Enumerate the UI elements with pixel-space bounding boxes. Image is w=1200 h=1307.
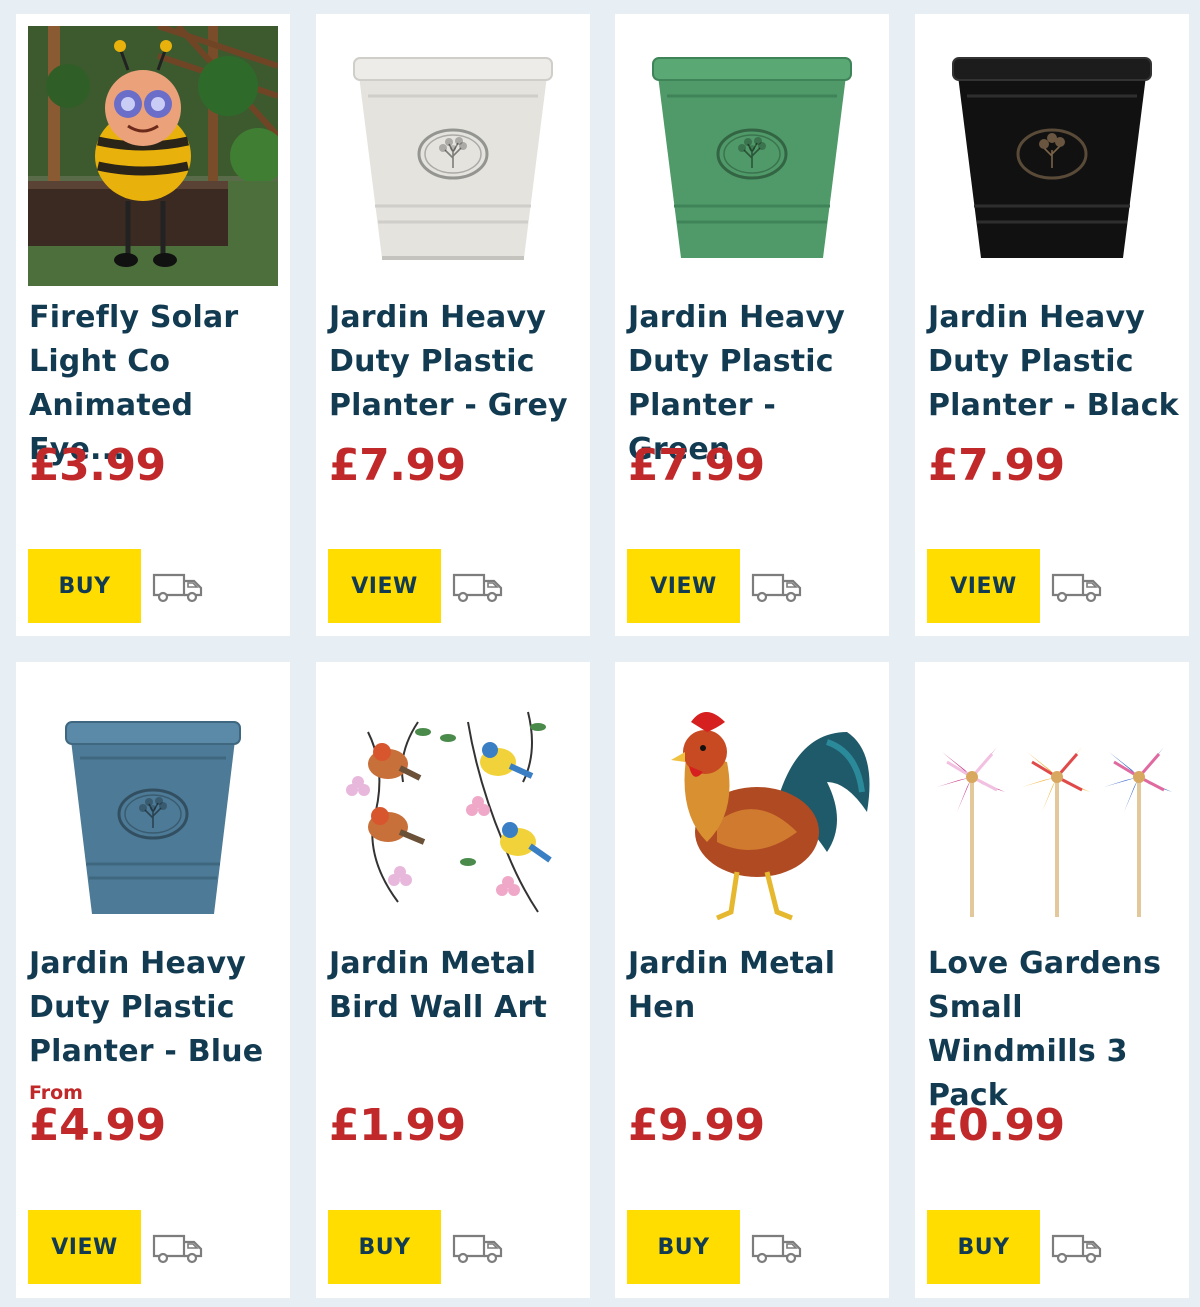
- product-card[interactable]: Jardin Heavy Duty Plastic Planter - Grey…: [316, 14, 590, 636]
- delivery-van-icon: [452, 573, 503, 603]
- bird-wall-art-icon[interactable]: [328, 692, 578, 932]
- planter-icon[interactable]: [328, 26, 578, 286]
- product-card[interactable]: Firefly Solar Light Co Animated Eye... £…: [16, 14, 290, 636]
- bee-solar-light-icon[interactable]: [28, 26, 278, 286]
- delivery-van-icon: [1051, 1234, 1102, 1264]
- product-card[interactable]: Love Gardens Small Windmills 3 Pack £0.9…: [915, 662, 1189, 1298]
- product-title[interactable]: Jardin Heavy Duty Plastic Planter - Blue: [29, 942, 281, 1074]
- metal-hen-icon[interactable]: [627, 692, 877, 932]
- planter-icon[interactable]: [28, 692, 278, 932]
- product-title[interactable]: Jardin Metal Hen: [628, 942, 880, 1030]
- product-price: £3.99: [29, 440, 166, 491]
- product-price: £7.99: [628, 440, 765, 491]
- product-price: £1.99: [329, 1100, 466, 1151]
- delivery-van-icon: [452, 1234, 503, 1264]
- product-card[interactable]: Jardin Heavy Duty Plastic Planter - Blac…: [915, 14, 1189, 636]
- product-price: £4.99: [29, 1100, 166, 1151]
- product-card[interactable]: Jardin Heavy Duty Plastic Planter - Blue…: [16, 662, 290, 1298]
- product-card[interactable]: Jardin Metal Hen £9.99 BUY: [615, 662, 889, 1298]
- delivery-van-icon: [152, 1234, 203, 1264]
- product-title[interactable]: Jardin Heavy Duty Plastic Planter - Grey: [329, 296, 581, 428]
- product-price: £0.99: [928, 1100, 1065, 1151]
- view-button[interactable]: VIEW: [927, 549, 1040, 623]
- windmills-icon[interactable]: [927, 692, 1177, 932]
- delivery-van-icon: [152, 573, 203, 603]
- buy-button[interactable]: BUY: [927, 1210, 1040, 1284]
- buy-button[interactable]: BUY: [627, 1210, 740, 1284]
- delivery-van-icon: [751, 1234, 802, 1264]
- product-grid: Firefly Solar Light Co Animated Eye... £…: [0, 0, 1200, 1307]
- planter-icon[interactable]: [627, 26, 877, 286]
- view-button[interactable]: VIEW: [627, 549, 740, 623]
- buy-button[interactable]: BUY: [28, 549, 141, 623]
- buy-button[interactable]: BUY: [328, 1210, 441, 1284]
- view-button[interactable]: VIEW: [328, 549, 441, 623]
- planter-icon[interactable]: [927, 26, 1177, 286]
- product-price: £7.99: [329, 440, 466, 491]
- view-button[interactable]: VIEW: [28, 1210, 141, 1284]
- product-card[interactable]: Jardin Metal Bird Wall Art £1.99 BUY: [316, 662, 590, 1298]
- product-price: £9.99: [628, 1100, 765, 1151]
- product-title[interactable]: Jardin Heavy Duty Plastic Planter - Blac…: [928, 296, 1180, 428]
- delivery-van-icon: [1051, 573, 1102, 603]
- delivery-van-icon: [751, 573, 802, 603]
- product-price: £7.99: [928, 440, 1065, 491]
- product-card[interactable]: Jardin Heavy Duty Plastic Planter - Gree…: [615, 14, 889, 636]
- product-title[interactable]: Jardin Metal Bird Wall Art: [329, 942, 581, 1030]
- product-title[interactable]: Love Gardens Small Windmills 3 Pack: [928, 942, 1180, 1118]
